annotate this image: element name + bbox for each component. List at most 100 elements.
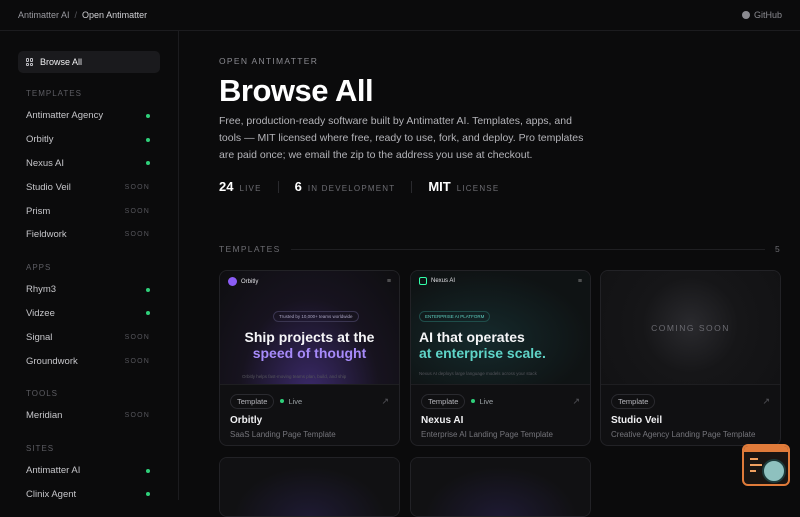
soon-status-label: SOON: [124, 183, 150, 191]
live-status-dot-icon: [146, 137, 150, 142]
sidebar-item-antimatter-ai[interactable]: Antimatter AI: [18, 459, 160, 483]
sidebar: Browse All TEMPLATES Antimatter Agency Orb…: [0, 31, 179, 500]
sidebar-sections: TEMPLATES Antimatter Agency Orbitly Nexus A…: [18, 89, 160, 506]
sidebar-item-antimatter-agency[interactable]: Antimatter Agency: [18, 104, 160, 128]
sidebar-item-label: Prism: [26, 205, 51, 217]
page-title: Browse All: [219, 73, 374, 108]
live-status-dot-icon: [146, 468, 150, 473]
template-card-partial[interactable]: [219, 457, 400, 517]
sidebar-item-clinix-agent[interactable]: Clinix Agent: [18, 483, 160, 507]
live-status-dot-icon: [146, 113, 150, 118]
sidebar-item-orbitly[interactable]: Orbitly: [18, 128, 160, 152]
section-divider: [290, 248, 765, 250]
live-status-dot-icon: [146, 492, 150, 497]
stat-in-development: 6 IN DEVELOPMENT: [294, 179, 396, 194]
sidebar-item-label: Groundwork: [26, 355, 78, 367]
thumb-pill: Trusted by 10,000+ teams worldwide: [273, 311, 359, 322]
template-tag: Template: [230, 393, 275, 409]
sidebar-item-meridian[interactable]: Meridian SOON: [18, 404, 160, 428]
thumb-hero: Ship projects at the speed of thought: [244, 329, 375, 361]
card-title: Studio Veil: [611, 415, 663, 426]
sidebar-item-fieldwork[interactable]: Fieldwork SOON: [18, 223, 160, 247]
soon-status-label: SOON: [124, 357, 150, 365]
external-arrow-icon[interactable]: ↗: [381, 396, 389, 407]
sidebar-section-title: SITES: [26, 443, 55, 453]
sidebar-item-groundwork[interactable]: Groundwork SOON: [18, 349, 160, 373]
soon-status-label: SOON: [124, 231, 150, 239]
soon-status-label: SOON: [124, 333, 150, 341]
template-tag: Template: [421, 393, 466, 409]
floating-assistant-widget-icon[interactable]: [742, 444, 790, 486]
template-card-nexus-ai[interactable]: Nexus AI ≡ ENTERPRISE AI PLATFORM AI tha…: [410, 270, 591, 446]
sidebar-item-label: Rhym3: [26, 284, 57, 296]
sidebar-item-signal[interactable]: Signal SOON: [18, 325, 160, 349]
github-icon: [741, 11, 750, 19]
template-tag: Template: [611, 393, 656, 409]
stat-license: MIT LICENSE: [428, 179, 500, 194]
live-badge: Live: [471, 397, 493, 406]
sidebar-item-label: Antimatter AI: [26, 465, 81, 477]
card-thumbnail: Orbitly ≡ Trusted by 10,000+ teams world…: [220, 271, 399, 385]
thumb-nav: Nexus AI ≡: [419, 277, 582, 285]
external-arrow-icon[interactable]: ↗: [762, 396, 770, 407]
template-card-partial[interactable]: [410, 457, 591, 517]
card-thumbnail: COMING SOON: [601, 271, 780, 385]
stat-divider: [277, 180, 279, 193]
sidebar-item-label: Vidzee: [26, 307, 55, 319]
card-meta: Template ↗ Studio Veil Creative Agency L…: [601, 385, 780, 445]
sidebar-item-studio-veil[interactable]: Studio Veil SOON: [18, 175, 160, 199]
sidebar-section-title: TOOLS: [26, 388, 58, 398]
card-meta: Template Live ↗ Orbitly SaaS Landing Pag…: [220, 385, 399, 445]
sidebar-browse-all[interactable]: Browse All: [18, 51, 160, 73]
stat-divider: [411, 180, 413, 193]
thumb-nav: Orbitly ≡: [228, 277, 391, 286]
grid-icon: [26, 58, 34, 66]
sidebar-item-label: Studio Veil: [26, 181, 71, 193]
thumb-subtext: Orbitly helps fast-moving teams plan, bu…: [242, 374, 347, 379]
live-badge: Live: [280, 397, 302, 406]
sidebar-item-rhym3[interactable]: Rhym3: [18, 278, 160, 302]
card-title: Nexus AI: [421, 415, 464, 426]
thumb-brand: Orbitly: [241, 278, 259, 285]
card-thumbnail: [220, 458, 399, 516]
thumb-hero: AI that operates at enterprise scale.: [419, 329, 546, 361]
github-link[interactable]: GitHub: [741, 10, 782, 20]
section-header-templates: TEMPLATES 5: [219, 244, 781, 254]
github-label: GitHub: [753, 10, 782, 20]
stats-row: 24 LIVE 6 IN DEVELOPMENT MIT LICENSE: [219, 179, 499, 194]
live-status-dot-icon: [146, 287, 150, 292]
card-subtitle: Creative Agency Landing Page Template: [611, 430, 756, 439]
sidebar-item-label: Nexus AI: [26, 157, 65, 169]
sidebar-item-label: Meridian: [26, 410, 63, 422]
breadcrumb-root[interactable]: Antimatter AI: [18, 10, 70, 20]
breadcrumb-separator: /: [74, 10, 78, 20]
template-card-orbitly[interactable]: Orbitly ≡ Trusted by 10,000+ teams world…: [219, 270, 400, 446]
sidebar-item-prism[interactable]: Prism SOON: [18, 199, 160, 223]
thumb-brand: Nexus AI: [431, 278, 456, 284]
live-status-dot-icon: [146, 161, 150, 166]
thumb-subtext: Nexus AI deploys large language models a…: [419, 371, 537, 376]
template-card-studio-veil[interactable]: COMING SOON Template ↗ Studio Veil Creat…: [600, 270, 781, 446]
sidebar-item-label: Fieldwork: [26, 229, 67, 241]
menu-icon: ≡: [577, 277, 582, 285]
section-title: TEMPLATES: [219, 244, 281, 254]
soon-status-label: SOON: [124, 207, 150, 215]
menu-icon: ≡: [386, 278, 391, 285]
sidebar-section-title: APPS: [26, 262, 52, 272]
sidebar-item-vidzee[interactable]: Vidzee: [18, 302, 160, 326]
page-eyebrow: OPEN ANTIMATTER: [219, 56, 319, 66]
sidebar-section-title: TEMPLATES: [26, 89, 82, 98]
card-subtitle: Enterprise AI Landing Page Template: [421, 430, 553, 439]
page-description: Free, production-ready software built by…: [219, 115, 584, 161]
soon-status-label: SOON: [124, 412, 150, 420]
sidebar-item-label: Orbitly: [26, 134, 54, 146]
card-thumbnail: [411, 458, 590, 516]
breadcrumb-current[interactable]: Open Antimatter: [82, 10, 147, 20]
card-subtitle: SaaS Landing Page Template: [230, 430, 336, 439]
nexus-logo-icon: [419, 277, 427, 285]
card-title: Orbitly: [230, 415, 263, 426]
external-arrow-icon[interactable]: ↗: [572, 396, 580, 407]
thumb-pill: ENTERPRISE AI PLATFORM: [419, 311, 491, 322]
coming-soon-label: COMING SOON: [651, 322, 730, 333]
sidebar-item-nexus-ai[interactable]: Nexus AI: [18, 152, 160, 176]
